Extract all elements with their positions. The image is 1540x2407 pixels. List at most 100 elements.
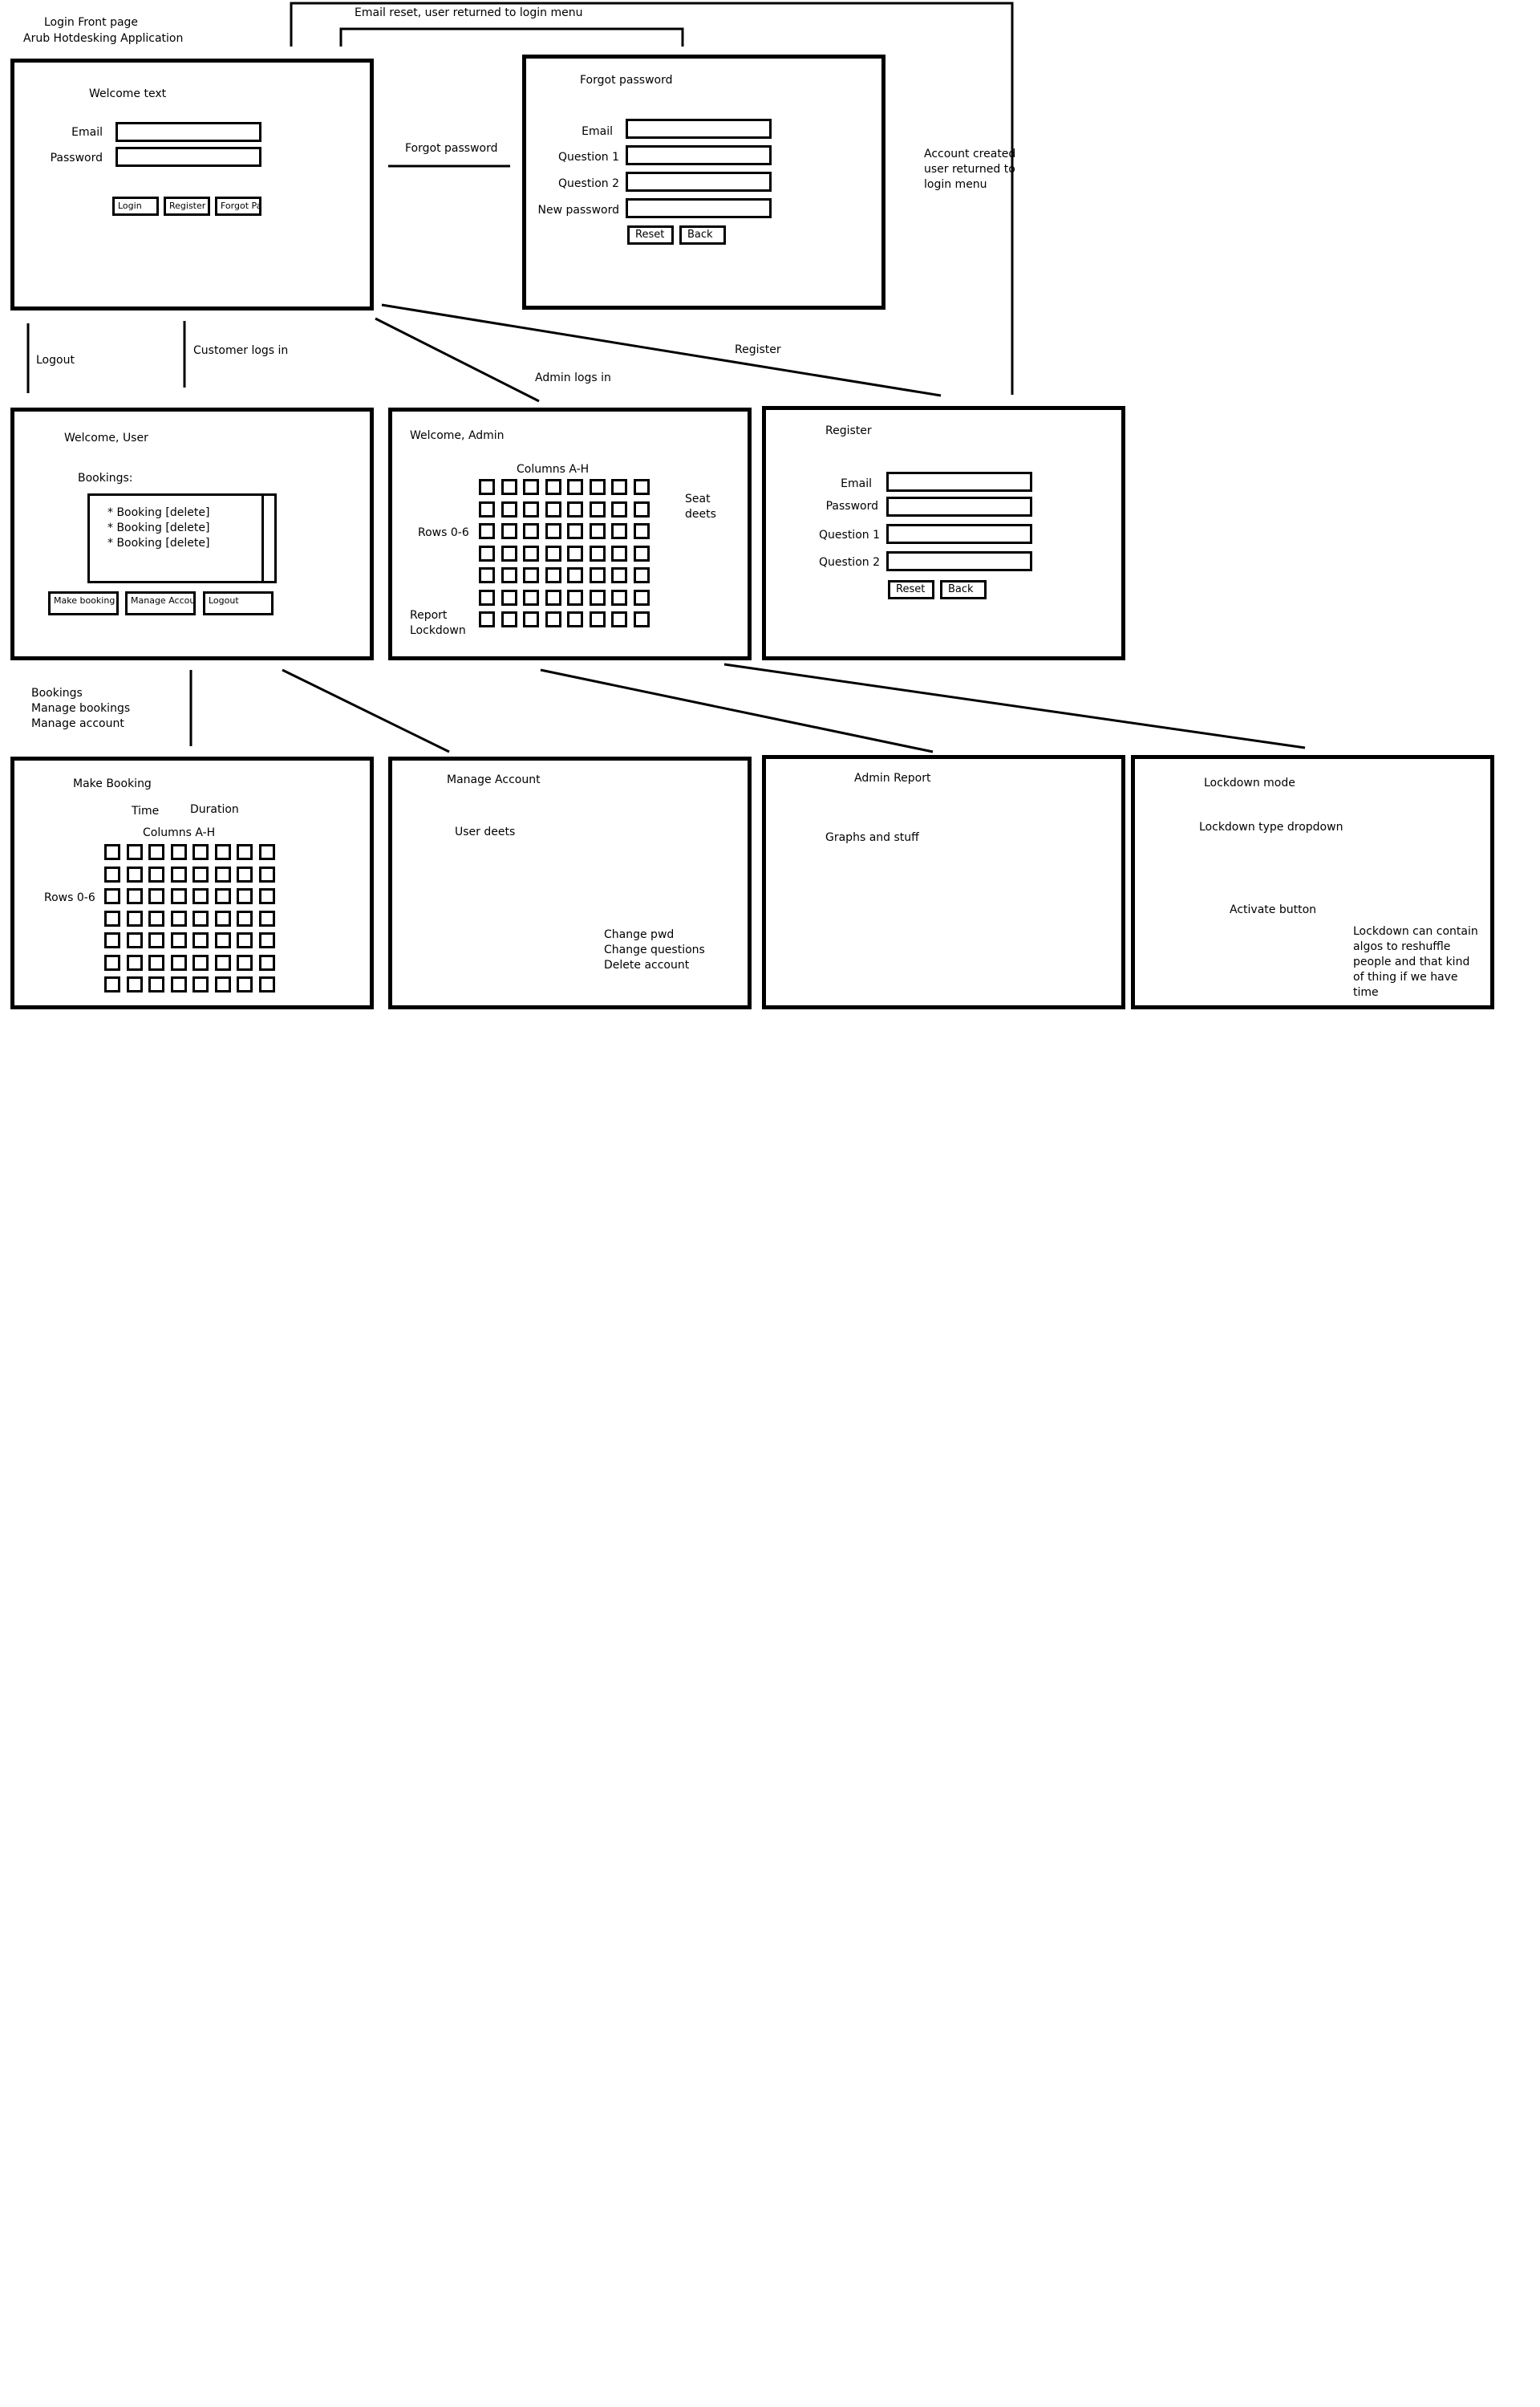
forgot-password-button[interactable]: Forgot Password [215, 197, 261, 216]
seat-cell[interactable] [192, 976, 209, 992]
seat-cell[interactable] [148, 976, 164, 992]
register-button[interactable]: Register [164, 197, 210, 216]
seat-cell[interactable] [148, 954, 164, 971]
seat-cell[interactable] [567, 479, 583, 495]
seat-cell[interactable] [192, 866, 209, 883]
seat-cell[interactable] [611, 523, 627, 539]
seat-cell[interactable] [126, 976, 143, 992]
seat-cell[interactable] [479, 523, 495, 539]
register-back-button[interactable]: Back [940, 580, 987, 599]
seat-cell[interactable] [214, 888, 231, 904]
seat-cell[interactable] [104, 932, 120, 948]
new-password-field[interactable] [626, 198, 772, 218]
seat-cell[interactable] [611, 479, 627, 495]
seat-cell[interactable] [170, 866, 187, 883]
change-pwd-link[interactable]: Change pwd [604, 927, 674, 943]
register-question-2-field[interactable] [886, 551, 1032, 571]
seat-cell[interactable] [148, 866, 164, 883]
seat-cell[interactable] [633, 479, 650, 495]
seat-cell[interactable] [523, 589, 539, 606]
admin-report-link[interactable]: Report [410, 608, 447, 623]
make-booking-button[interactable]: Make booking [48, 591, 119, 615]
seat-cell[interactable] [633, 523, 650, 539]
seat-cell[interactable] [479, 479, 495, 495]
forgot-back-button[interactable]: Back [679, 225, 726, 245]
seat-cell[interactable] [611, 567, 627, 583]
booking-item[interactable]: * Booking [delete] [107, 536, 209, 551]
seat-cell[interactable] [148, 888, 164, 904]
seat-cell[interactable] [237, 866, 253, 883]
seat-cell[interactable] [589, 611, 606, 627]
login-button[interactable]: Login [112, 197, 159, 216]
seat-cell[interactable] [500, 501, 517, 518]
manage-account-button[interactable]: Manage Account [125, 591, 196, 615]
seat-cell[interactable] [148, 844, 164, 860]
seat-cell[interactable] [633, 545, 650, 562]
seat-cell[interactable] [170, 932, 187, 948]
seat-cell[interactable] [523, 545, 539, 562]
seat-cell[interactable] [589, 479, 606, 495]
seat-cell[interactable] [104, 954, 120, 971]
seat-cell[interactable] [104, 844, 120, 860]
forgot-question-1-field[interactable] [626, 145, 772, 165]
seat-cell[interactable] [567, 501, 583, 518]
seat-cell[interactable] [126, 866, 143, 883]
seat-cell[interactable] [500, 479, 517, 495]
seat-cell[interactable] [237, 844, 253, 860]
register-reset-button[interactable]: Reset [888, 580, 934, 599]
change-questions-link[interactable]: Change questions [604, 943, 705, 958]
seat-cell[interactable] [192, 888, 209, 904]
seat-cell[interactable] [237, 932, 253, 948]
seat-cell[interactable] [567, 523, 583, 539]
seat-cell[interactable] [500, 523, 517, 539]
seat-cell[interactable] [258, 866, 275, 883]
seat-cell[interactable] [148, 932, 164, 948]
seat-cell[interactable] [545, 523, 561, 539]
seat-cell[interactable] [170, 888, 187, 904]
time-selector[interactable]: Time [132, 804, 159, 819]
booking-item[interactable]: * Booking [delete] [107, 521, 209, 536]
seat-cell[interactable] [104, 910, 120, 927]
seat-cell[interactable] [214, 976, 231, 992]
activate-button[interactable]: Activate button [1230, 903, 1316, 918]
seat-cell[interactable] [523, 611, 539, 627]
seat-cell[interactable] [214, 932, 231, 948]
forgot-question-2-field[interactable] [626, 172, 772, 192]
seat-cell[interactable] [192, 844, 209, 860]
seat-cell[interactable] [170, 844, 187, 860]
seat-cell[interactable] [148, 910, 164, 927]
seat-cell[interactable] [567, 567, 583, 583]
seat-cell[interactable] [214, 866, 231, 883]
seat-cell[interactable] [126, 888, 143, 904]
seat-cell[interactable] [479, 567, 495, 583]
seat-cell[interactable] [192, 954, 209, 971]
seat-cell[interactable] [126, 910, 143, 927]
seat-cell[interactable] [126, 844, 143, 860]
seat-cell[interactable] [611, 611, 627, 627]
seat-cell[interactable] [192, 932, 209, 948]
register-password-field[interactable] [886, 497, 1032, 517]
seat-cell[interactable] [611, 545, 627, 562]
forgot-email-field[interactable] [626, 119, 772, 139]
seat-cell[interactable] [567, 611, 583, 627]
seat-cell[interactable] [611, 589, 627, 606]
forgot-reset-button[interactable]: Reset [627, 225, 674, 245]
seat-cell[interactable] [545, 567, 561, 583]
seat-cell[interactable] [523, 501, 539, 518]
seat-cell[interactable] [589, 589, 606, 606]
delete-account-link[interactable]: Delete account [604, 958, 689, 973]
logout-button[interactable]: Logout [203, 591, 274, 615]
seat-cell[interactable] [258, 844, 275, 860]
seat-cell[interactable] [170, 976, 187, 992]
register-email-field[interactable] [886, 472, 1032, 492]
seat-cell[interactable] [104, 888, 120, 904]
seat-cell[interactable] [589, 501, 606, 518]
seat-cell[interactable] [237, 888, 253, 904]
lockdown-type-dropdown[interactable]: Lockdown type dropdown [1199, 820, 1343, 835]
register-question-1-field[interactable] [886, 524, 1032, 544]
booking-item[interactable]: * Booking [delete] [107, 505, 209, 521]
seat-cell[interactable] [126, 954, 143, 971]
admin-lockdown-link[interactable]: Lockdown [410, 623, 466, 639]
seat-cell[interactable] [170, 954, 187, 971]
seat-cell[interactable] [500, 611, 517, 627]
